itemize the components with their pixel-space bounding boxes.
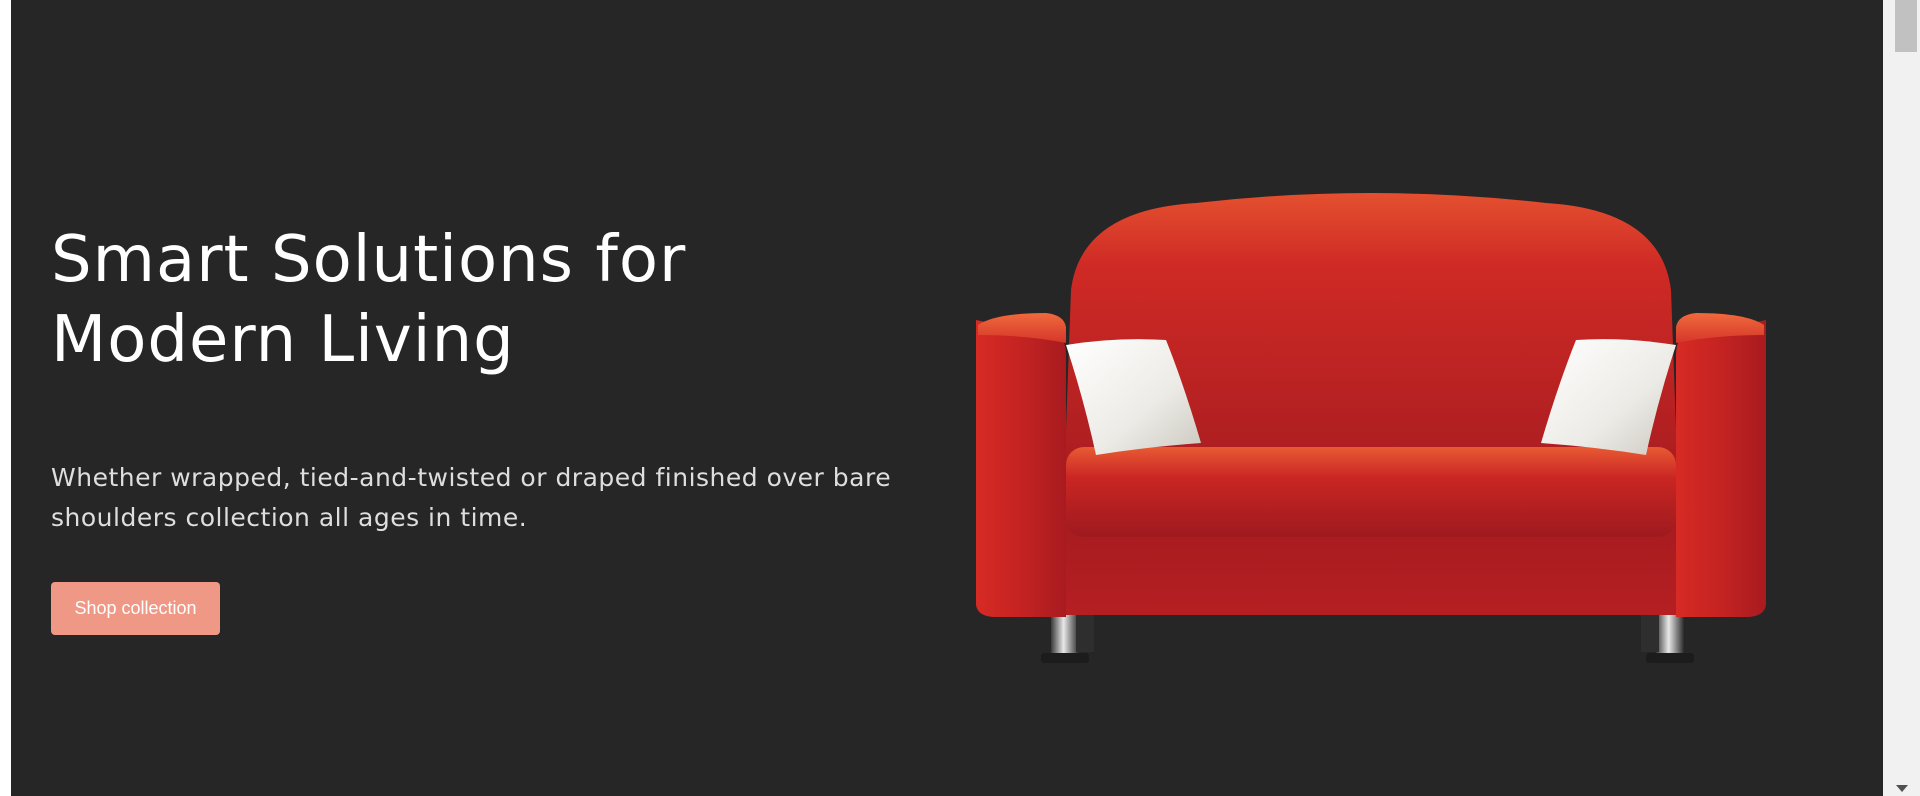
- hero-section: Smart Solutions for Modern Living Whether…: [11, 0, 1883, 796]
- hero-subtitle: Whether wrapped, tied-and-twisted or dra…: [51, 463, 892, 532]
- sofa-image: [966, 185, 1776, 675]
- hero-text-column: Smart Solutions for Modern Living Whether…: [51, 220, 931, 538]
- page-scrollbar[interactable]: [1883, 0, 1920, 796]
- hero-title-line-1: Smart Solutions for: [51, 223, 687, 297]
- shop-collection-button[interactable]: Shop collection: [51, 582, 220, 635]
- red-sofa-illustration: [976, 193, 1766, 663]
- scrollbar-thumb[interactable]: [1895, 0, 1917, 52]
- scroll-down-arrow-icon[interactable]: [1896, 785, 1908, 792]
- hero-title: Smart Solutions for Modern Living: [51, 220, 931, 380]
- hero-title-line-2: Modern Living: [51, 303, 515, 377]
- sofa-legs: [1041, 610, 1694, 663]
